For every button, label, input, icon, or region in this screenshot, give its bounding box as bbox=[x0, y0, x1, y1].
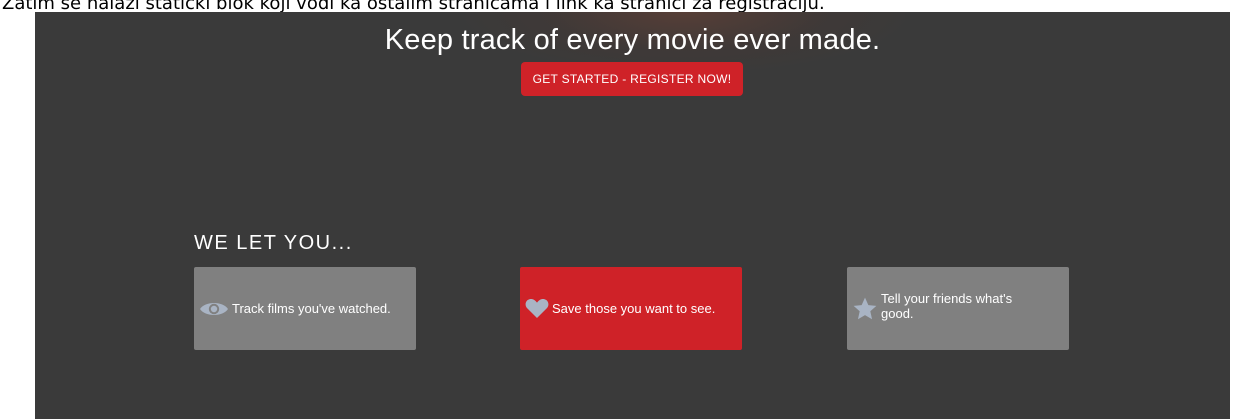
hero-headline: Keep track of every movie ever made. bbox=[384, 24, 881, 56]
feature-card-save[interactable]: Save those you want to see. bbox=[520, 267, 742, 350]
feature-card-share[interactable]: Tell your friends what's good. bbox=[847, 267, 1069, 350]
star-icon bbox=[852, 296, 878, 322]
feature-label: Tell your friends what's good. bbox=[881, 290, 1013, 321]
feature-label: Save those you want to see. bbox=[552, 301, 716, 316]
feature-label: Track films you've watched. bbox=[232, 301, 391, 316]
eye-icon bbox=[199, 299, 229, 319]
register-button[interactable]: GET STARTED - REGISTER NOW! bbox=[521, 62, 743, 96]
hero-banner: Keep track of every movie ever made. GET… bbox=[35, 12, 1230, 419]
features-heading: WE LET YOU... bbox=[194, 232, 353, 254]
heart-icon bbox=[525, 298, 549, 319]
feature-card-track[interactable]: Track films you've watched. bbox=[194, 267, 416, 350]
